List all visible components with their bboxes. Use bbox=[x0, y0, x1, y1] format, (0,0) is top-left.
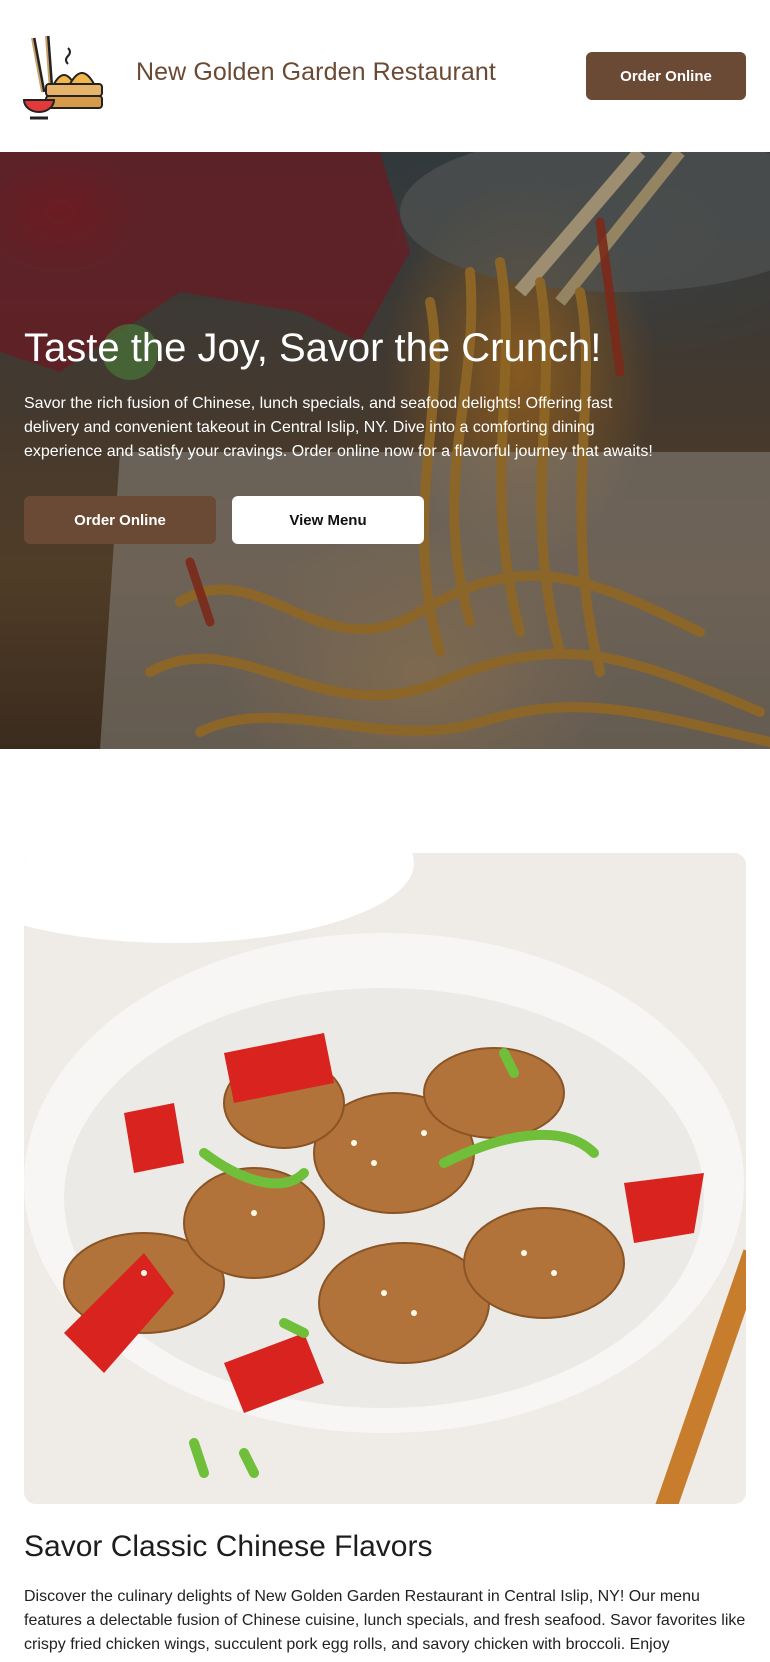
hero-title: Taste the Joy, Savor the Crunch! bbox=[24, 326, 602, 370]
site-header: New Golden Garden Restaurant Order Onlin… bbox=[0, 0, 770, 152]
dim-sum-logo-icon[interactable] bbox=[22, 34, 106, 120]
hero-description: Savor the rich fusion of Chinese, lunch … bbox=[24, 395, 653, 460]
chicken-stir-fry-photo bbox=[24, 853, 746, 1504]
hero-order-online-button[interactable]: Order Online bbox=[24, 496, 216, 544]
view-menu-button[interactable]: View Menu bbox=[232, 496, 424, 544]
hero-section: Taste the Joy, Savor the Crunch! Savor t… bbox=[0, 152, 770, 749]
header-order-online-button[interactable]: Order Online bbox=[586, 52, 746, 100]
section-title: Savor Classic Chinese Flavors bbox=[24, 1530, 433, 1563]
section-description: Discover the culinary delights of New Go… bbox=[24, 1588, 746, 1653]
restaurant-name[interactable]: New Golden Garden Restaurant bbox=[136, 58, 496, 87]
